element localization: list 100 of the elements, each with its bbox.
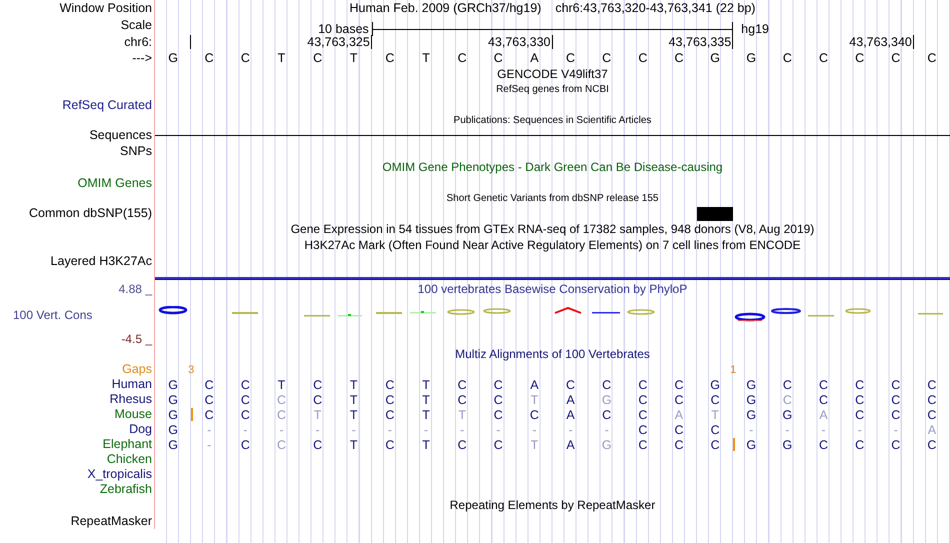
- base-letter: C: [566, 51, 576, 65]
- base-letter: -: [821, 422, 826, 436]
- track-label[interactable]: --->: [132, 50, 152, 66]
- base-letter: A: [530, 51, 539, 65]
- base-letter: C: [494, 51, 503, 65]
- base-letter: C: [204, 408, 214, 422]
- track-label[interactable]: chr6:: [124, 34, 152, 50]
- track-label[interactable]: Sequences: [89, 128, 152, 143]
- base-letter: C: [276, 392, 286, 406]
- base-letter: C: [855, 378, 864, 392]
- base-letter: A: [566, 392, 575, 406]
- base-letter: C: [566, 378, 576, 392]
- base-letter: -: [785, 422, 790, 436]
- track-title: 100 vertebrates Basewise Conservation by PhyloP: [418, 282, 688, 296]
- base-letter: G: [602, 392, 612, 406]
- base-letter: C: [276, 438, 286, 452]
- track-label[interactable]: Window Position: [60, 1, 152, 16]
- base-letter: -: [749, 422, 754, 436]
- base-letter: G: [746, 51, 756, 65]
- base-letter: T: [350, 51, 358, 65]
- base-letter: C: [494, 408, 503, 422]
- track-label[interactable]: Chicken: [106, 452, 152, 467]
- base-letter: G: [710, 51, 720, 65]
- assembly-title: Human Feb. 2009 (GRCh37/hg19): [350, 0, 542, 18]
- base-letter: T: [458, 408, 466, 422]
- base-letter: A: [530, 378, 539, 392]
- track-label[interactable]: RepeatMasker: [70, 514, 152, 528]
- track-label[interactable]: X_tropicalis: [87, 467, 152, 482]
- base-letter: C: [458, 378, 467, 392]
- base-letter: C: [385, 438, 394, 452]
- base-letter: G: [168, 438, 178, 452]
- base-letter: C: [494, 392, 503, 406]
- base-letter: -: [207, 438, 212, 452]
- base-letter: C: [385, 378, 394, 392]
- track-label[interactable]: RefSeq Curated: [62, 98, 152, 112]
- track-label[interactable]: Scale: [120, 18, 152, 33]
- track-label[interactable]: Human: [112, 377, 152, 392]
- base-letter: C: [927, 378, 936, 392]
- base-letter: C: [638, 378, 648, 392]
- base-letter: C: [855, 408, 864, 422]
- base-letter: T: [350, 438, 358, 452]
- ruler-label: 43,763,340: [849, 35, 914, 49]
- base-letter: G: [782, 408, 792, 422]
- base-letter: T: [422, 408, 430, 422]
- track-label[interactable]: Rhesus: [110, 392, 152, 407]
- base-letter: T: [350, 408, 358, 422]
- base-letter: C: [819, 378, 828, 392]
- track-label[interactable]: SNPs: [120, 144, 152, 158]
- track-label[interactable]: Dog: [129, 422, 152, 437]
- base-letter: C: [276, 408, 286, 422]
- base-letter: T: [278, 378, 286, 392]
- track-title: Repeating Elements by RepeatMasker: [450, 498, 656, 512]
- base-letter: C: [638, 422, 648, 436]
- base-letter: G: [746, 408, 756, 422]
- base-letter: C: [240, 438, 250, 452]
- base-letter: G: [602, 438, 612, 452]
- track-label[interactable]: Mouse: [114, 407, 152, 422]
- base-letter: C: [710, 422, 720, 436]
- base-letter: C: [494, 378, 503, 392]
- base-letter: C: [638, 408, 648, 422]
- base-letter: -: [279, 422, 284, 436]
- axis-label: 4.88 _: [118, 280, 152, 298]
- base-letter: C: [458, 438, 467, 452]
- base-letter: -: [496, 422, 500, 436]
- base-letter: C: [855, 438, 864, 452]
- base-letter: C: [819, 51, 828, 65]
- base-letter: C: [891, 408, 900, 422]
- ruler-label: 43,763,330: [488, 35, 552, 49]
- base-letter: -: [894, 422, 898, 436]
- track-label[interactable]: Elephant: [102, 437, 152, 452]
- track-label[interactable]: Layered H3K27Ac: [50, 254, 152, 268]
- base-letter: C: [494, 438, 503, 452]
- base-letter: C: [530, 408, 539, 422]
- track-label[interactable]: Common dbSNP(155): [29, 206, 152, 221]
- track-title: Gene Expression in 54 tissues from GTEx RNA-seq of 17382 samples, 948 donors (V8, Aug 2019): [290, 222, 814, 236]
- base-letter: C: [638, 51, 648, 65]
- base-letter: T: [350, 378, 358, 392]
- base-letter: -: [316, 422, 320, 436]
- track-label[interactable]: Zebrafish: [100, 482, 152, 497]
- base-letter: T: [314, 408, 322, 422]
- snp-feature[interactable]: [697, 206, 734, 220]
- scale-label: 10 bases: [318, 22, 369, 36]
- base-letter: C: [240, 378, 250, 392]
- base-letter: T: [422, 378, 430, 392]
- base-letter: G: [168, 408, 178, 422]
- track-label[interactable]: OMIM Genes: [78, 176, 152, 190]
- base-letter: C: [458, 392, 467, 406]
- base-letter: C: [602, 51, 612, 65]
- track-label[interactable]: 100 Vert. Cons: [13, 306, 92, 324]
- track-title: RefSeq genes from NCBI: [496, 82, 609, 96]
- base-letter: -: [424, 422, 428, 436]
- base-letter: -: [352, 422, 356, 436]
- base-letter: C: [240, 51, 250, 65]
- base-letter: C: [313, 438, 322, 452]
- base-letter: C: [674, 378, 684, 392]
- base-letter: C: [602, 408, 612, 422]
- insertion-mark: [733, 438, 736, 451]
- base-letter: -: [207, 422, 212, 436]
- base-letter: C: [313, 378, 322, 392]
- base-letter: T: [530, 392, 538, 406]
